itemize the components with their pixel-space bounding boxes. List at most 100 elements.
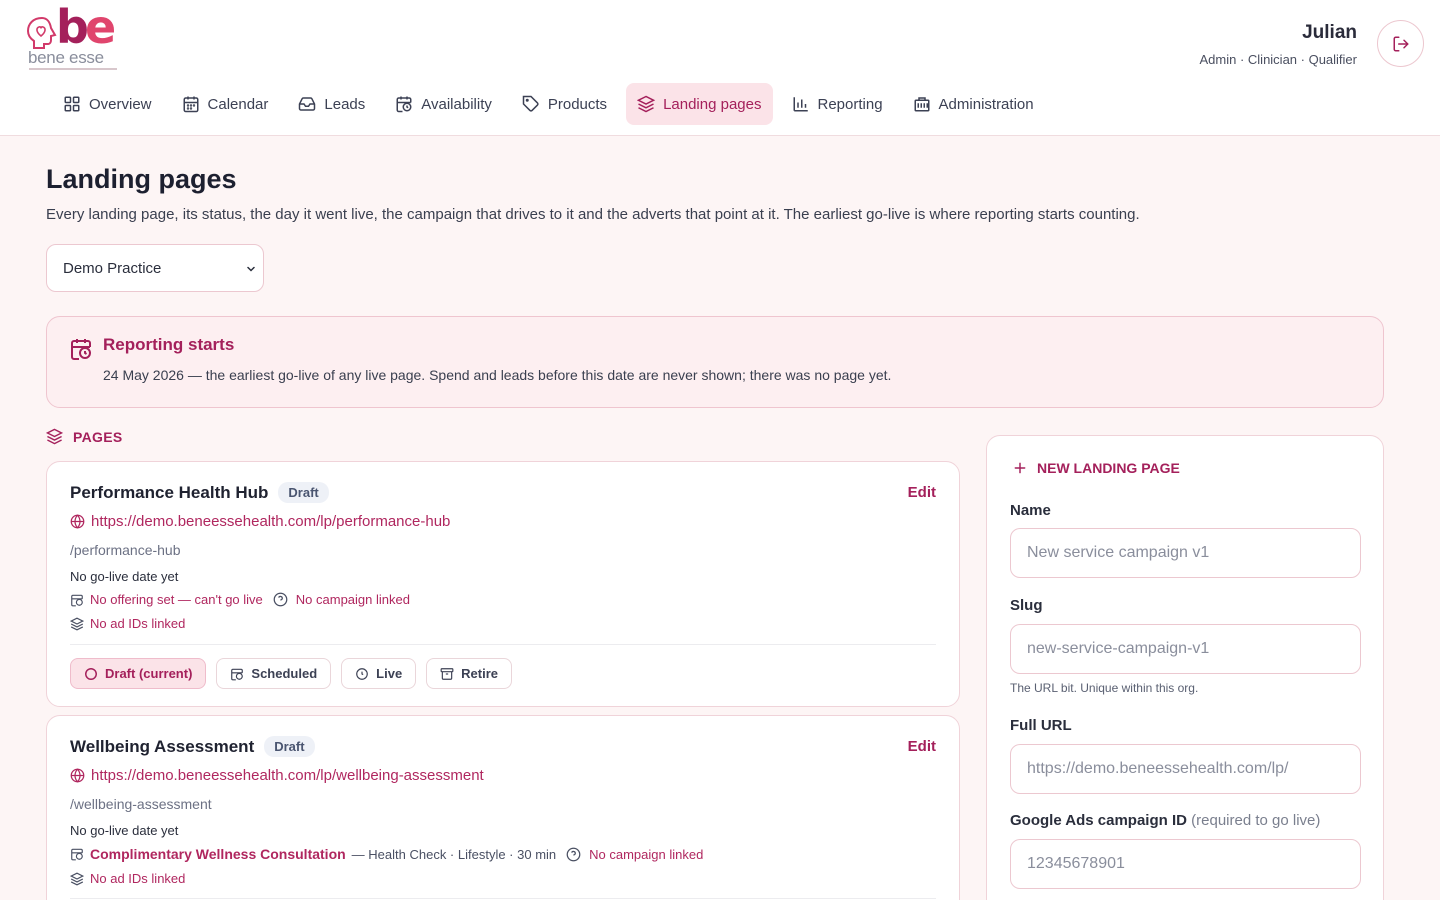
pages-section-header: PAGES (46, 428, 122, 445)
practice-select-value: Demo Practice (63, 259, 162, 277)
nav-label: Overview (89, 95, 152, 113)
calendar-clock-icon (396, 96, 412, 113)
slug-input[interactable] (1010, 624, 1361, 674)
globe-icon (70, 514, 85, 529)
calendar-clock-icon (71, 339, 91, 360)
status-action-label: Scheduled (251, 666, 318, 681)
status-action-label: Retire (461, 666, 499, 681)
page-url-link[interactable]: https://demo.beneessehealth.com/lp/perfo… (70, 513, 450, 530)
page-name: Wellbeing Assessment (70, 736, 255, 756)
card-divider (70, 644, 936, 645)
nav-administration[interactable]: Administration (902, 83, 1045, 125)
new-landing-page-form: NEW LANDING PAGE Name Slug The URL bit. … (986, 435, 1384, 900)
status-scheduled-button[interactable]: Scheduled (216, 658, 332, 689)
building-icon (914, 97, 930, 112)
card-title: Wellbeing Assessment Draft (70, 736, 315, 757)
practice-select[interactable]: Demo Practice (46, 244, 264, 292)
name-input[interactable] (1010, 528, 1361, 578)
archive-icon (440, 667, 454, 680)
page-intro: Every landing page, its status, the day … (46, 206, 1140, 223)
ads-row: No ad IDs linked (70, 616, 185, 631)
edit-button[interactable]: Edit (908, 484, 936, 501)
layers-icon (70, 617, 84, 630)
golive-status: No go-live date yet (70, 823, 179, 838)
name-label: Name (1010, 502, 1051, 519)
nav-label: Calendar (207, 95, 269, 113)
nav-calendar[interactable]: Calendar (171, 83, 280, 125)
layers-icon (637, 95, 656, 113)
page-url: https://demo.beneessehealth.com/lp/perfo… (91, 513, 451, 530)
page-url-link[interactable]: https://demo.beneessehealth.com/lp/wellb… (70, 767, 484, 784)
calendar-clock-icon (231, 668, 244, 680)
calendar-clock-icon (71, 594, 83, 606)
slug-hint: The URL bit. Unique within this org. (1010, 681, 1199, 695)
logout-icon (1393, 36, 1408, 51)
head-heart-logo-icon (26, 16, 57, 49)
offering-name[interactable]: Complimentary Wellness Consultation (90, 846, 346, 862)
campaign-status: No campaign linked (589, 846, 704, 862)
form-title: NEW LANDING PAGE (1037, 460, 1180, 476)
nav-label: Availability (421, 95, 492, 113)
status-action-label: Live (376, 666, 403, 681)
user-info: Julian Admin · Clinician · Qualifier (1200, 22, 1358, 67)
status-draft-button[interactable]: Draft (current) (70, 658, 207, 689)
globe-icon (70, 768, 85, 783)
tag-icon (522, 95, 539, 112)
calendar-icon (183, 96, 199, 113)
logout-button[interactable] (1377, 20, 1424, 67)
user-name: Julian (1302, 22, 1357, 43)
help-circle-icon (273, 592, 288, 607)
nav-overview[interactable]: Overview (52, 83, 163, 125)
status-live-button[interactable]: Live (341, 658, 417, 689)
user-roles: Admin · Clinician · Qualifier (1199, 52, 1358, 67)
layers-icon (46, 428, 63, 445)
top-header: be bene esse Julian Admin · Clinician · … (0, 0, 1440, 136)
ads-campaign-id-input[interactable] (1010, 839, 1361, 889)
chevron-down-icon (247, 266, 255, 272)
full-url-label: Full URL (1010, 717, 1072, 734)
status-badge: Draft (264, 736, 315, 757)
offering-detail: — Health Check · Lifestyle · 30 min (351, 846, 557, 862)
ads-campaign-label-note: (required to go live) (1191, 812, 1321, 829)
nav-label: Landing pages (663, 95, 762, 113)
nav-leads[interactable]: Leads (287, 83, 376, 125)
offering-row: No offering set — can't go live No campa… (70, 592, 410, 607)
logo-wordmark: be (56, 0, 116, 54)
main-nav: Overview Calendar Leads Availability Pro… (52, 83, 1053, 125)
reporting-starts-banner: Reporting starts 24 May 2026 — the earli… (46, 316, 1384, 408)
clock-icon (356, 667, 368, 680)
ads-campaign-label-text: Google Ads campaign ID (1010, 812, 1187, 829)
brand-logo[interactable]: be bene esse (26, 0, 126, 70)
nav-label: Administration (938, 95, 1034, 113)
edit-button[interactable]: Edit (908, 738, 936, 755)
ads-row: No ad IDs linked (70, 871, 185, 886)
section-label: PAGES (73, 428, 123, 445)
nav-label: Leads (324, 95, 366, 113)
logo-tagline-rule (29, 68, 117, 70)
form-header: NEW LANDING PAGE (1013, 460, 1180, 476)
ads-campaign-label: Google Ads campaign ID (required to go l… (1010, 812, 1320, 829)
status-action-label: Draft (current) (105, 666, 193, 681)
inbox-icon (299, 97, 316, 111)
ads-status: No ad IDs linked (90, 871, 186, 886)
page-slug: /wellbeing-assessment (70, 796, 212, 812)
nav-landing-pages[interactable]: Landing pages (626, 83, 773, 125)
banner-title: Reporting starts (103, 335, 235, 354)
grid-icon (64, 96, 80, 112)
help-circle-icon (566, 847, 581, 861)
offering-warning: No offering set — can't go live (90, 592, 263, 607)
status-badge: Draft (278, 482, 329, 503)
full-url-input[interactable] (1010, 744, 1361, 794)
status-retire-button[interactable]: Retire (426, 658, 513, 689)
nav-products[interactable]: Products (511, 83, 618, 125)
nav-availability[interactable]: Availability (384, 83, 503, 125)
campaign-status: No campaign linked (295, 592, 410, 607)
nav-reporting[interactable]: Reporting (781, 83, 894, 125)
circle-icon (85, 667, 97, 680)
banner-body: 24 May 2026 — the earliest go-live of an… (103, 367, 892, 383)
card-divider (70, 898, 936, 899)
offering-row: Complimentary Wellness Consultation — He… (70, 846, 703, 862)
status-actions: Draft (current) Scheduled Live Retire (70, 658, 513, 689)
golive-status: No go-live date yet (70, 569, 179, 584)
landing-page-card: Performance Health Hub Draft Edit https:… (46, 461, 960, 707)
